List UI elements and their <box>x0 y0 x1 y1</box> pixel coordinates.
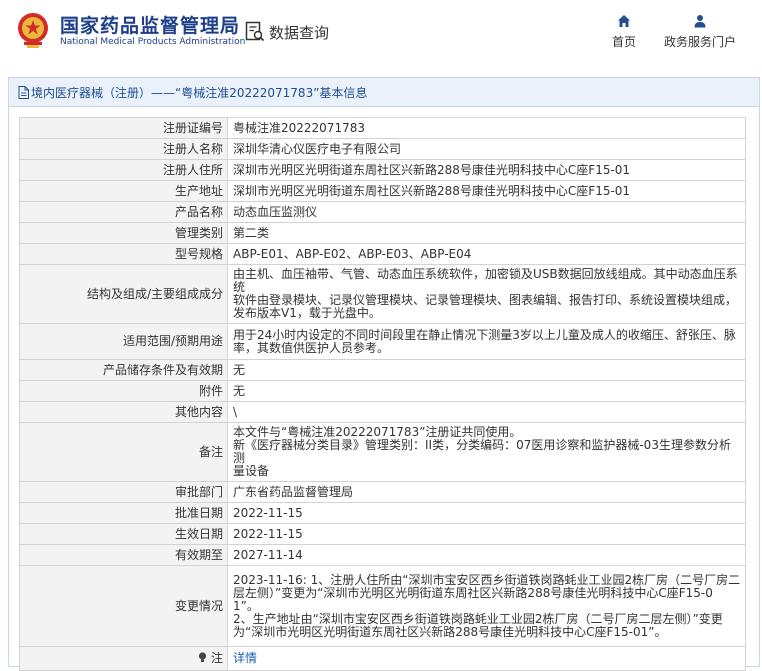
field-label: 注 <box>19 646 228 671</box>
table-row: 批准日期 2022-11-15 <box>19 502 746 524</box>
table-row: 其他内容 \ <box>19 401 746 423</box>
field-value: 深圳华清心仪医疗电子有限公司 <box>227 138 746 160</box>
field-value: \ <box>227 401 746 423</box>
nav-home-label: 首页 <box>611 35 636 49</box>
field-value: 详情 <box>227 646 746 671</box>
document-icon <box>18 85 29 99</box>
field-label: 生产地址 <box>19 180 228 202</box>
field-value: 动态血压监测仪 <box>227 201 746 223</box>
field-label: 产品储存条件及有效期 <box>19 359 228 381</box>
user-icon <box>694 15 706 28</box>
site-header: 国家药品监督管理局 National Medical Products Admi… <box>0 0 762 66</box>
nav-service-portal-label: 政务服务门户 <box>663 35 736 49</box>
table-row: 产品名称 动态血压监测仪 <box>19 201 746 223</box>
field-value: 2022-11-15 <box>227 502 746 524</box>
field-value: 用于24小时内设定的不同时间段里在静止情况下测量3岁以上儿童及成人的收缩压、舒张… <box>227 323 746 360</box>
field-value: 广东省药品监督管理局 <box>227 481 746 503</box>
field-value: 深圳市光明区光明街道东周社区兴新路288号康佳光明科技中心C座F15-01 <box>227 159 746 181</box>
panel-title: 境内医疗器械（注册）——“粤械注准20222071783”基本信息 <box>31 85 368 100</box>
value-line: 量设备 <box>233 464 270 478</box>
field-label: 结构及组成/主要组成成分 <box>19 264 228 324</box>
table-row: 附件 无 <box>19 380 746 402</box>
table-row: 备注 本文件与“粤械注准20222071783”注册证共同使用。 新《医疗器械分… <box>19 422 746 482</box>
value-line: 2、生产地址由“深圳市宝安区西乡街道铁岗路蚝业工业园2栋厂房（二号厂房二层左侧）… <box>233 611 723 626</box>
data-query-link[interactable]: 数据查询 <box>245 21 329 43</box>
table-row: 注册人住所 深圳市光明区光明街道东周社区兴新路288号康佳光明科技中心C座F15… <box>19 159 746 181</box>
value-line: 层左侧）”变更为“深圳市光明区光明街道东周社区兴新路288号康佳光明科技中心C座… <box>233 585 713 600</box>
site-title: 国家药品监督管理局 <box>60 15 241 37</box>
field-value: ABP-E01、ABP-E02、ABP-E03、ABP-E04 <box>227 243 746 265</box>
field-label: 批准日期 <box>19 502 228 524</box>
home-icon <box>618 15 630 27</box>
field-label: 变更情况 <box>19 565 228 647</box>
table-row: 变更情况 2023-11-16: 1、注册人住所由“深圳市宝安区西乡街道铁岗路蚝… <box>19 565 746 647</box>
field-value: 粤械注准20222071783 <box>227 117 746 139</box>
field-value: 2023-11-16: 1、注册人住所由“深圳市宝安区西乡街道铁岗路蚝业工业园2… <box>227 565 746 647</box>
site-subtitle: National Medical Products Administration <box>60 37 246 47</box>
table-row: 结构及组成/主要组成成分 由主机、血压袖带、气管、动态血压系统软件，加密锁及US… <box>19 264 746 324</box>
nav-home[interactable]: 首页 <box>610 14 638 50</box>
table-row: 适用范围/预期用途 用于24小时内设定的不同时间段里在静止情况下测量3岁以上儿童… <box>19 323 746 360</box>
field-label: 生效日期 <box>19 523 228 545</box>
value-line: 用于24小时内设定的不同时间段里在静止情况下测量3岁以上儿童及成人的收缩压、舒张… <box>233 327 736 342</box>
field-value: 无 <box>227 359 746 381</box>
table-row: 产品储存条件及有效期 无 <box>19 359 746 381</box>
nav-service-portal[interactable]: 政务服务门户 <box>662 14 738 50</box>
field-label: 注册人住所 <box>19 159 228 181</box>
field-label: 注册证编号 <box>19 117 228 139</box>
table-row: 注册人名称 深圳华清心仪医疗电子有限公司 <box>19 138 746 160</box>
field-label: 有效期至 <box>19 544 228 566</box>
field-value: 深圳市光明区光明街道东周社区兴新路288号康佳光明科技中心C座F15-01 <box>227 180 746 202</box>
lightbulb-icon <box>199 652 207 662</box>
field-value: 由主机、血压袖带、气管、动态血压系统软件，加密锁及USB数据回放线组成。其中动态… <box>227 264 746 324</box>
field-value: 本文件与“粤械注准20222071783”注册证共同使用。 新《医疗器械分类目录… <box>227 422 746 482</box>
value-line: 发布版本V1，载于光盘中。 <box>233 306 381 320</box>
table-row: 审批部门 广东省药品监督管理局 <box>19 481 746 503</box>
field-label: 附件 <box>19 380 228 402</box>
value-line: 由主机、血压袖带、气管、动态血压系统软件，加密锁及USB数据回放线组成。其中动态… <box>233 267 738 294</box>
value-line: 新《医疗器械分类目录》管理类别：II类，分类编码：07医用诊察和监护器械-03生… <box>233 438 731 465</box>
field-value: 无 <box>227 380 746 402</box>
device-info-table: 注册证编号 粤械注准20222071783 注册人名称 深圳华清心仪医疗电子有限… <box>19 117 746 671</box>
value-line: 2023-11-16: 1、注册人住所由“深圳市宝安区西乡街道铁岗路蚝业工业园2… <box>233 572 741 587</box>
field-label: 注册人名称 <box>19 138 228 160</box>
field-label: 审批部门 <box>19 481 228 503</box>
details-link[interactable]: 详情 <box>233 651 257 665</box>
value-line: 率，其数值供医护人员参考。 <box>233 340 390 355</box>
detail-panel: 境内医疗器械（注册）——“粤械注准20222071783”基本信息 注册证编号 … <box>8 77 760 671</box>
table-row: 注册证编号 粤械注准20222071783 <box>19 117 746 139</box>
field-label: 产品名称 <box>19 201 228 223</box>
field-value: 2027-11-14 <box>227 544 746 566</box>
value-line: 1”。 <box>233 598 259 613</box>
table-row: 型号规格 ABP-E01、ABP-E02、ABP-E03、ABP-E04 <box>19 243 746 265</box>
value-line: 为“深圳市光明区光明街道东周社区兴新路288号康佳光明科技中心C座F15-01”… <box>233 624 667 639</box>
field-label: 备注 <box>19 422 228 482</box>
field-value: 第二类 <box>227 222 746 244</box>
field-label: 型号规格 <box>19 243 228 265</box>
table-row: 生效日期 2022-11-15 <box>19 523 746 545</box>
field-label: 适用范围/预期用途 <box>19 323 228 360</box>
field-label: 其他内容 <box>19 401 228 423</box>
table-row: 管理类别 第二类 <box>19 222 746 244</box>
emblem-logo-icon <box>18 13 48 48</box>
panel-header: 境内医疗器械（注册）——“粤械注准20222071783”基本信息 <box>9 78 759 107</box>
note-label: 注 <box>210 651 223 665</box>
data-query-label: 数据查询 <box>269 23 330 42</box>
table-row: 有效期至 2027-11-14 <box>19 544 746 566</box>
field-label: 管理类别 <box>19 222 228 244</box>
table-row: 生产地址 深圳市光明区光明街道东周社区兴新路288号康佳光明科技中心C座F15-… <box>19 180 746 202</box>
field-value: 2022-11-15 <box>227 523 746 545</box>
table-row: 注 详情 <box>19 646 746 671</box>
document-search-icon <box>245 21 265 42</box>
